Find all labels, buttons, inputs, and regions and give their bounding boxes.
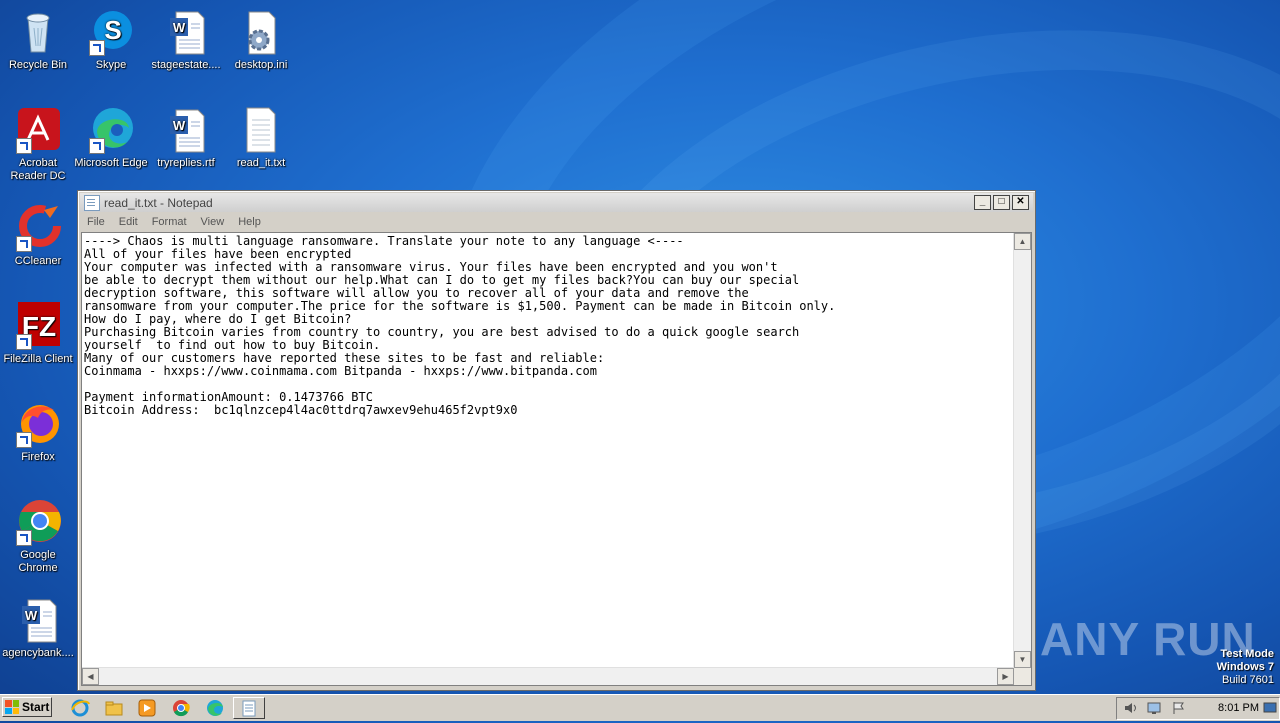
- desktop-icon-firefox[interactable]: Firefox: [0, 400, 76, 464]
- menu-file[interactable]: File: [80, 216, 112, 228]
- desktop-icon-tryreplies[interactable]: W tryreplies.rtf: [148, 106, 224, 170]
- taskbar: Start 8:01 PM: [0, 694, 1280, 721]
- menu-format[interactable]: Format: [145, 216, 194, 228]
- start-button[interactable]: Start: [2, 697, 52, 717]
- desktop-icon-label: read_it.txt: [236, 157, 286, 169]
- menu-help[interactable]: Help: [231, 216, 268, 228]
- network-icon[interactable]: [1147, 701, 1163, 718]
- resize-grip[interactable]: [1014, 668, 1031, 685]
- desktop-icon-label: FileZilla Client: [3, 353, 73, 365]
- maximize-button[interactable]: □: [993, 195, 1010, 210]
- shortcut-arrow-icon: [16, 236, 32, 252]
- shortcut-arrow-icon: [16, 334, 32, 350]
- shortcut-arrow-icon: [89, 40, 105, 56]
- desktop-icon-label: CCleaner: [14, 255, 62, 267]
- svg-text:W: W: [173, 118, 186, 133]
- notepad-icon: [84, 194, 100, 211]
- desktop-icon-label: desktop.ini: [234, 59, 288, 71]
- menu-edit[interactable]: Edit: [112, 216, 145, 228]
- scroll-left-button[interactable]: ◀: [82, 668, 99, 685]
- desktop-icon-chrome[interactable]: Google Chrome: [0, 498, 76, 575]
- desktop-icon-label: Recycle Bin: [8, 59, 68, 71]
- window-title: read_it.txt - Notepad: [104, 195, 213, 210]
- chrome-icon: [14, 498, 62, 546]
- acrobat-icon: [14, 106, 62, 154]
- scroll-up-button[interactable]: ▲: [1014, 233, 1031, 250]
- word-document-icon: W: [162, 8, 210, 56]
- desktop-icon-acrobat[interactable]: Acrobat Reader DC: [0, 106, 76, 183]
- svg-text:S: S: [104, 15, 121, 45]
- scroll-right-button[interactable]: ▶: [997, 668, 1014, 685]
- system-tray: 8:01 PM: [1116, 697, 1280, 720]
- text-editor[interactable]: ----> Chaos is multi language ransomware…: [81, 232, 1032, 686]
- filezilla-icon: FZ: [14, 302, 62, 350]
- action-center-flag-icon[interactable]: [1171, 701, 1187, 718]
- desktop-icon-ccleaner[interactable]: CCleaner: [0, 204, 76, 268]
- explorer-icon[interactable]: [104, 698, 124, 718]
- recycle-bin-icon: [14, 8, 62, 56]
- shortcut-arrow-icon: [89, 138, 105, 154]
- desktop-icon-read-it[interactable]: read_it.txt: [223, 106, 299, 170]
- svg-text:W: W: [173, 20, 186, 35]
- notepad-window[interactable]: read_it.txt - Notepad _ □ ✕ File Edit Fo…: [77, 190, 1036, 691]
- menu-bar: File Edit Format View Help: [80, 213, 1033, 231]
- ccleaner-icon: [14, 204, 62, 252]
- settings-file-icon: [237, 8, 285, 56]
- scroll-down-button[interactable]: ▼: [1014, 651, 1031, 668]
- clock[interactable]: 8:01 PM: [1218, 702, 1259, 714]
- desktop-icon-label: Google Chrome: [18, 549, 58, 574]
- notepad-taskbar-button[interactable]: [233, 697, 265, 719]
- edge-icon: [87, 106, 135, 154]
- build-line: Build 7601: [1222, 674, 1274, 686]
- close-button[interactable]: ✕: [1012, 195, 1029, 210]
- desktop-icon-edge[interactable]: Microsoft Edge: [73, 106, 149, 170]
- windows-flag-icon: [5, 700, 19, 714]
- firefox-icon: [14, 400, 62, 448]
- media-player-icon[interactable]: [137, 698, 157, 718]
- desktop-icon-label: Acrobat Reader DC: [10, 157, 66, 182]
- volume-icon[interactable]: [1123, 701, 1139, 718]
- desktop-icon-label: tryreplies.rtf: [157, 157, 215, 169]
- start-label: Start: [22, 700, 50, 714]
- shortcut-arrow-icon: [16, 530, 32, 546]
- shortcut-arrow-icon: [16, 138, 32, 154]
- desktop-icon-label: Microsoft Edge: [74, 157, 148, 169]
- document-text[interactable]: ----> Chaos is multi language ransomware…: [84, 235, 1013, 667]
- word-document-icon: W: [162, 106, 210, 154]
- desktop-icon-label: stageestate....: [151, 59, 221, 71]
- internet-explorer-icon[interactable]: [70, 698, 90, 718]
- desktop-icon-label: Firefox: [21, 451, 55, 463]
- horizontal-scrollbar[interactable]: ◀ ▶: [82, 667, 1014, 685]
- text-file-icon: [237, 106, 285, 154]
- window-titlebar[interactable]: read_it.txt - Notepad _ □ ✕: [80, 193, 1033, 212]
- shortcut-arrow-icon: [16, 432, 32, 448]
- test-mode-line: Test Mode: [1220, 648, 1274, 660]
- test-mode-notice: Test Mode Windows 7 Build 7601: [1217, 648, 1274, 687]
- chrome-taskbar-icon[interactable]: [171, 698, 191, 718]
- desktop-icon-stageestate[interactable]: W stageestate....: [148, 8, 224, 72]
- windows-version-line: Windows 7: [1216, 661, 1274, 673]
- svg-text:W: W: [25, 608, 38, 623]
- show-desktop-icon[interactable]: [1263, 701, 1277, 718]
- desktop-icon-recycle-bin[interactable]: Recycle Bin: [0, 8, 76, 72]
- vertical-scrollbar[interactable]: ▲ ▼: [1013, 233, 1031, 668]
- word-document-icon: W: [14, 596, 62, 644]
- desktop-icon-agencybank[interactable]: W agencybank....: [0, 596, 76, 660]
- desktop-icon-desktop-ini[interactable]: desktop.ini: [223, 8, 299, 72]
- desktop-icon-label: agencybank....: [2, 647, 74, 659]
- desktop-icon-filezilla[interactable]: FZ FileZilla Client: [0, 302, 76, 366]
- desktop-icon-label: Skype: [95, 59, 127, 71]
- edge-taskbar-icon[interactable]: [205, 698, 225, 718]
- minimize-button[interactable]: _: [974, 195, 991, 210]
- desktop-icon-skype[interactable]: S Skype: [73, 8, 149, 72]
- skype-icon: S: [87, 8, 135, 56]
- menu-view[interactable]: View: [194, 216, 232, 228]
